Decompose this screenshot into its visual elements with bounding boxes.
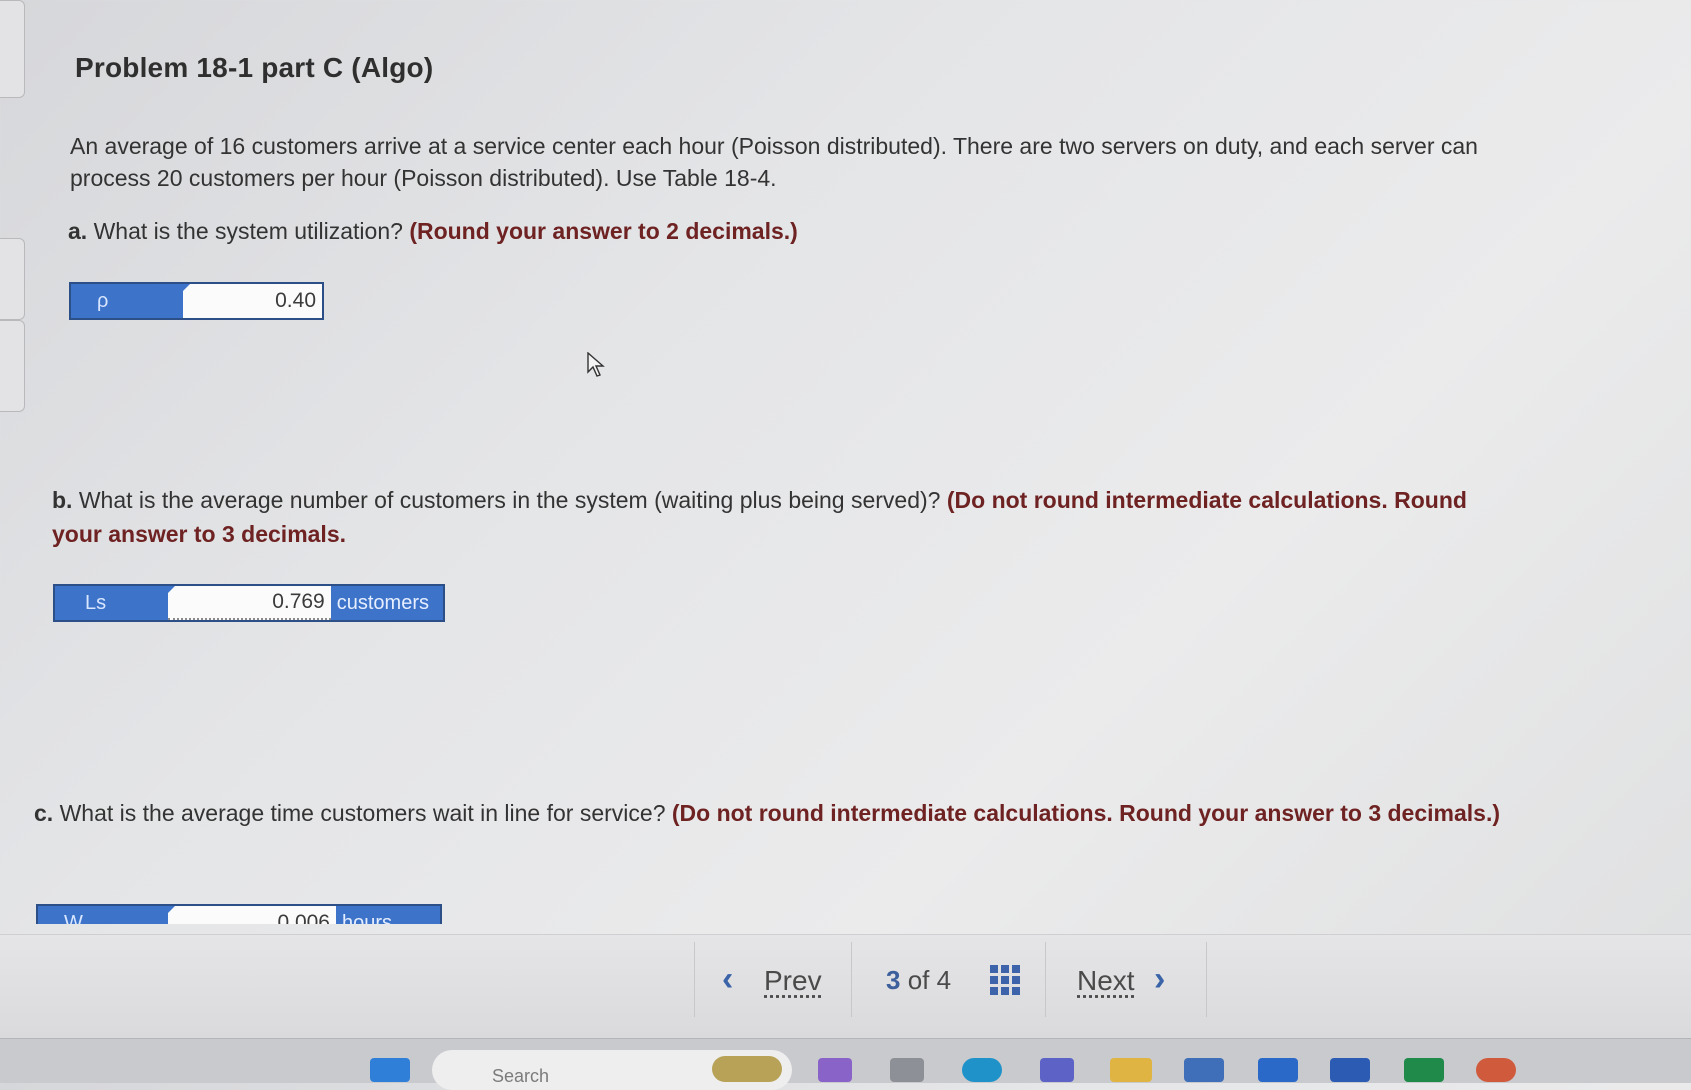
total-pages: 4	[936, 965, 952, 995]
nav-divider	[851, 942, 852, 1017]
answer-c-clip: W 0.006 hours	[36, 904, 442, 924]
store-icon[interactable]	[1184, 1058, 1224, 1082]
left-edge-tabs	[0, 0, 30, 1040]
mouse-pointer-icon	[587, 352, 605, 377]
widgets-icon[interactable]	[712, 1056, 782, 1082]
answer-b-input[interactable]: 0.769	[168, 586, 331, 620]
next-label[interactable]: Next	[1077, 965, 1135, 997]
nav-divider	[1045, 942, 1046, 1017]
problem-description: An average of 16 customers arrive at a s…	[70, 133, 1478, 191]
question-c-label: c.	[34, 800, 54, 826]
prev-label[interactable]: Prev	[764, 965, 822, 997]
excel-icon[interactable]	[1404, 1058, 1444, 1082]
question-a-label: a.	[68, 218, 88, 244]
problem-title: Problem 18-1 part C (Algo)	[75, 52, 434, 83]
page-indicator: 3 of 4	[886, 965, 951, 996]
edge-browser-icon[interactable]	[962, 1058, 1002, 1082]
answer-b-unit: customers	[330, 586, 443, 620]
question-a-text: What is the system utilization?	[93, 218, 403, 244]
question-c-note: (Do not round intermediate calculations.…	[671, 800, 1500, 826]
nav-divider	[1206, 942, 1207, 1017]
answer-c-input[interactable]: 0.006	[168, 906, 336, 924]
chevron-right-icon: ›	[1154, 960, 1166, 998]
question-b-text: What is the average number of customers …	[78, 487, 941, 513]
answer-a-symbol: ρ	[71, 284, 190, 318]
answer-a-input[interactable]: 0.40	[183, 284, 322, 318]
nav-divider	[694, 942, 695, 1017]
answer-a-row: ρ 0.40	[69, 282, 324, 320]
taskbar-search-placeholder: Search	[492, 1066, 550, 1086]
page-of-text: of	[907, 965, 930, 995]
copilot-icon[interactable]	[818, 1058, 852, 1082]
current-page: 3	[886, 965, 901, 995]
question-b: b. What is the average number of custome…	[52, 483, 1512, 551]
question-a: a. What is the system utilization? (Roun…	[68, 214, 1548, 248]
question-grid-icon[interactable]	[990, 965, 1020, 995]
answer-b-symbol: Ls	[55, 586, 176, 620]
question-b-label: b.	[52, 487, 73, 513]
app-icon[interactable]	[1258, 1058, 1298, 1082]
answer-c-unit: hours	[336, 906, 440, 924]
question-c-text: What is the average time customers wait …	[59, 800, 666, 826]
answer-c-symbol: W	[38, 906, 175, 924]
question-c: c. What is the average time customers wa…	[34, 796, 1534, 830]
powerpoint-icon[interactable]	[1476, 1058, 1516, 1082]
answer-c-row: W 0.006 hours	[36, 904, 442, 924]
bottom-navigation-bar	[0, 934, 1691, 1039]
word-icon[interactable]	[1330, 1058, 1370, 1082]
file-explorer-icon[interactable]	[1110, 1058, 1152, 1082]
file-icon[interactable]	[890, 1058, 924, 1082]
chevron-left-icon: ‹	[722, 960, 734, 998]
teams-icon[interactable]	[1040, 1058, 1074, 1082]
windows-start-icon[interactable]	[370, 1058, 410, 1082]
answer-b-row: Ls 0.769 customers	[53, 584, 445, 622]
question-a-note: (Round your answer to 2 decimals.)	[409, 218, 798, 244]
